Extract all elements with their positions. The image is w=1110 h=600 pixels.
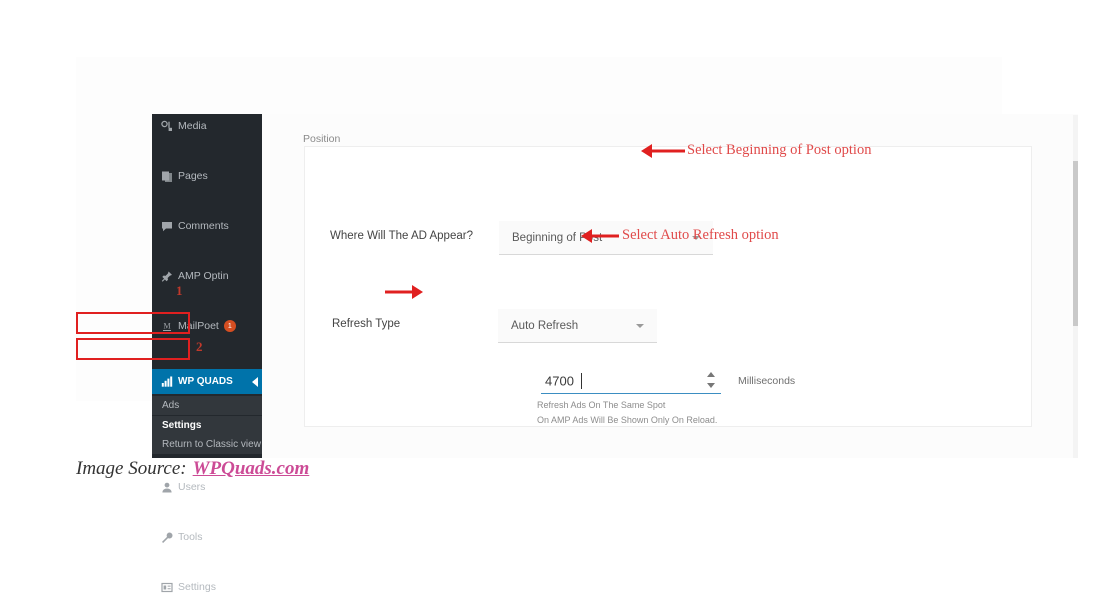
screenshot-canvas: Media Pages Comments AMP Optin M MailPoe… [0, 0, 1110, 593]
pages-icon [160, 170, 173, 183]
sidebar-item-amp-optin[interactable]: AMP Optin [152, 264, 262, 289]
annotation-step-2: 2 [196, 339, 203, 354]
label-refresh-type: Refresh Type [332, 318, 401, 330]
refresh-interval-input[interactable]: 4700 [541, 368, 721, 394]
settings-content-area: Position Where Will The AD Appear? Begin… [262, 114, 1078, 458]
annotation-note-2: Select Auto Refresh option [622, 227, 779, 243]
refresh-interval-value: 4700 [545, 373, 574, 388]
sidebar-item-media[interactable]: Media [152, 114, 262, 139]
tools-icon [160, 531, 173, 544]
submenu-label: Settings [162, 420, 202, 431]
comments-icon [160, 220, 173, 233]
help-text-line-1: Refresh Ads On The Same Spot [537, 400, 666, 410]
sidebar-item-tools[interactable]: Tools [152, 525, 262, 550]
image-source-caption: Image Source: WPQuads.com [76, 458, 309, 480]
chevron-left-icon [252, 376, 258, 387]
stepper-down-icon[interactable] [707, 383, 715, 388]
wordpress-admin-window: Media Pages Comments AMP Optin M MailPoe… [76, 57, 1078, 593]
text-cursor [581, 373, 582, 389]
media-icon [160, 120, 173, 133]
sidebar-item-label: Tools [178, 531, 203, 543]
sidebar-item-settings[interactable]: Settings [152, 575, 262, 600]
chevron-down-icon [636, 323, 644, 328]
select-refresh-type[interactable]: Auto Refresh [498, 309, 657, 343]
stepper-up-icon[interactable] [707, 372, 715, 377]
sidebar-item-label: Comments [178, 220, 229, 232]
label-milliseconds: Milliseconds [738, 375, 796, 387]
submenu-label: Ads [162, 400, 180, 411]
sidebar-item-label: Settings [178, 581, 216, 593]
caption-prefix: Image Source: [76, 458, 187, 479]
settings-icon [160, 581, 173, 594]
sidebar-submenu-classic-view[interactable]: Return to Classic view [152, 435, 262, 454]
sidebar-item-wp-quads[interactable]: WP QUADS [152, 369, 262, 394]
sidebar-submenu-ads[interactable]: Ads [152, 396, 262, 415]
sidebar-item-comments[interactable]: Comments [152, 214, 262, 239]
pin-icon [160, 270, 173, 283]
admin-sidebar: Media Pages Comments AMP Optin M MailPoe… [152, 114, 262, 593]
sidebar-item-pages[interactable]: Pages [152, 164, 262, 189]
wpquads-link[interactable]: WPQuads.com [193, 458, 310, 479]
sidebar-submenu-settings[interactable]: Settings [152, 416, 262, 435]
help-text-line-2: On AMP Ads Will Be Shown Only On Reload. [537, 415, 718, 425]
submenu-label: Return to Classic view [162, 439, 261, 450]
vertical-scrollbar-thumb[interactable] [1073, 161, 1078, 326]
sidebar-item-label: AMP Optin [178, 270, 229, 282]
select-refresh-type-value: Auto Refresh [511, 319, 579, 332]
sidebar-item-label: Pages [178, 170, 208, 182]
section-title-position: Position [303, 133, 341, 145]
sidebar-item-label: Media [178, 120, 207, 132]
annotation-box-wp-quads [76, 312, 190, 334]
chart-bars-icon [160, 375, 173, 388]
users-icon [160, 481, 173, 494]
sidebar-badge: 1 [223, 320, 236, 333]
sidebar-item-label: WP QUADS [178, 376, 233, 387]
label-where-will-ad-appear: Where Will The AD Appear? [330, 230, 473, 242]
annotation-step-1: 1 [176, 283, 183, 298]
annotation-box-ads [76, 338, 190, 360]
annotation-note-1: Select Beginning of Post option [687, 142, 872, 158]
sidebar-item-label: Users [178, 481, 206, 493]
